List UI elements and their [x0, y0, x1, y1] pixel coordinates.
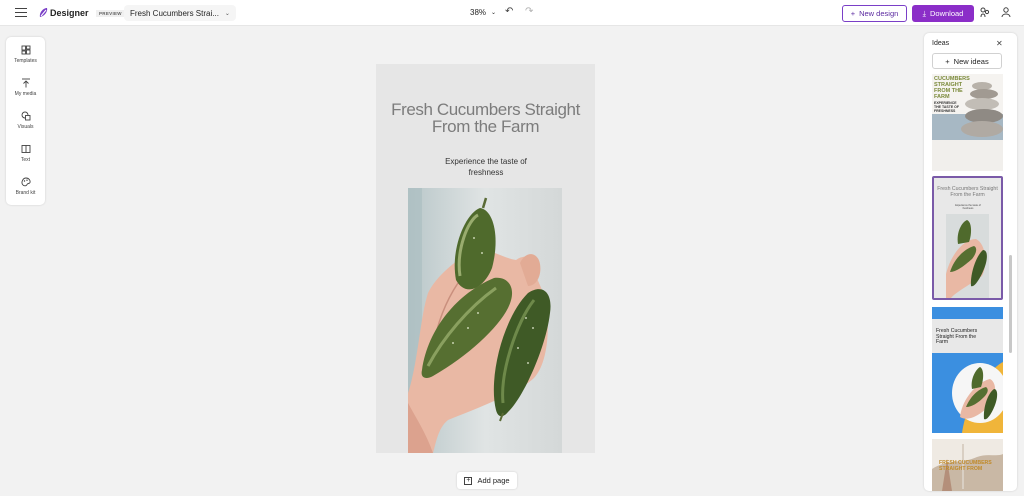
idea-thumbnail-subtitle: Experience the taste of freshness — [955, 204, 981, 210]
tool-label: Templates — [14, 58, 37, 64]
new-ideas-button[interactable]: + New ideas — [932, 53, 1002, 69]
idea-thumbnail[interactable]: FRESH CUCUMBERS STRAIGHT FROM — [932, 439, 1003, 491]
ideas-scrollbar[interactable] — [1009, 255, 1012, 353]
palette-icon — [21, 177, 31, 187]
preview-badge: PREVIEW — [96, 10, 125, 17]
idea-thumbnail[interactable]: CUCUMBERS STRAIGHT FROM THE FARM EXPERIE… — [932, 74, 1003, 171]
cucumber-thumbnail-image — [946, 214, 989, 298]
design-canvas[interactable]: Fresh Cucumbers Straight From the Farm E… — [376, 64, 595, 453]
tool-my-media[interactable]: My media — [6, 78, 45, 97]
undo-icon[interactable]: ↶ — [505, 6, 513, 17]
account-icon[interactable] — [1001, 7, 1011, 18]
ideas-panel: Ideas ✕ + New ideas CUCUMBERS STRAIGHT F… — [924, 33, 1017, 491]
canvas-subline[interactable]: Experience the taste of freshness — [436, 156, 536, 178]
chevron-down-icon: ⌄ — [224, 10, 230, 17]
download-button[interactable]: ⤓ Download — [912, 5, 974, 22]
plus-icon: + — [850, 9, 856, 18]
idea-thumbnail-title: CUCUMBERS STRAIGHT FROM THE FARM — [934, 76, 970, 100]
tool-brand-kit[interactable]: Brand kit — [6, 177, 45, 196]
menu-icon[interactable] — [15, 8, 27, 17]
document-title-dropdown[interactable]: Fresh Cucumbers Strai... ⌄ — [124, 5, 236, 21]
tool-label: Brand kit — [15, 190, 36, 196]
canvas-headline[interactable]: Fresh Cucumbers Straight From the Farm — [376, 101, 595, 135]
text-icon — [21, 145, 30, 153]
idea-thumbnail-title: Fresh Cucumbers Straight From the Farm — [936, 328, 978, 345]
ideas-title: Ideas — [932, 40, 950, 47]
app-brand: Designer — [50, 8, 89, 18]
tool-panel: Templates My media Visuals Text Brand ki… — [6, 37, 45, 205]
share-icon[interactable] — [980, 7, 990, 18]
tool-label: Visuals — [17, 124, 34, 130]
idea-thumbnail-title: Fresh Cucumbers Straight From the Farm — [937, 186, 998, 198]
add-page-icon: + — [464, 476, 473, 485]
top-bar: Designer PREVIEW Fresh Cucumbers Strai..… — [0, 0, 1024, 26]
new-design-button[interactable]: + New design — [842, 5, 907, 22]
tool-visuals[interactable]: Visuals — [6, 111, 45, 130]
idea-thumbnail[interactable]: Fresh Cucumbers Straight From the Farm — [932, 307, 1003, 433]
zoom-level: 38% — [470, 8, 487, 17]
new-design-label: New design — [859, 9, 899, 18]
redo-icon[interactable]: ↷ — [525, 6, 533, 17]
chevron-down-icon: ⌄ — [491, 10, 497, 16]
tool-label: Text — [20, 157, 31, 163]
close-icon[interactable]: ✕ — [996, 39, 1003, 48]
upload-icon — [21, 78, 30, 88]
tool-templates[interactable]: Templates — [6, 45, 45, 64]
document-title: Fresh Cucumbers Strai... — [130, 8, 219, 18]
plus-icon: + — [945, 56, 950, 66]
zoom-dropdown[interactable]: 38% ⌄ — [470, 8, 496, 17]
download-icon: ⤓ — [922, 8, 926, 18]
cucumber-photo[interactable] — [408, 188, 562, 453]
tool-label: My media — [14, 91, 37, 97]
idea-thumbnail-subtitle: EXPERIENCE THE TASTE OF FRESHNESS — [934, 101, 960, 113]
tool-text[interactable]: Text — [6, 144, 45, 163]
designer-logo-icon — [39, 8, 48, 17]
add-page-button[interactable]: + Add page — [457, 472, 517, 489]
shapes-icon — [21, 111, 30, 121]
download-label: Download — [929, 9, 964, 18]
blue-cucumber-thumbnail-image — [932, 307, 1003, 433]
new-ideas-label: New ideas — [953, 56, 989, 66]
idea-thumbnail-selected[interactable]: Fresh Cucumbers Straight From the Farm E… — [932, 176, 1003, 300]
add-page-label: Add page — [477, 476, 510, 485]
templates-icon — [21, 45, 30, 55]
idea-thumbnail-title: FRESH CUCUMBERS STRAIGHT FROM — [939, 460, 992, 472]
